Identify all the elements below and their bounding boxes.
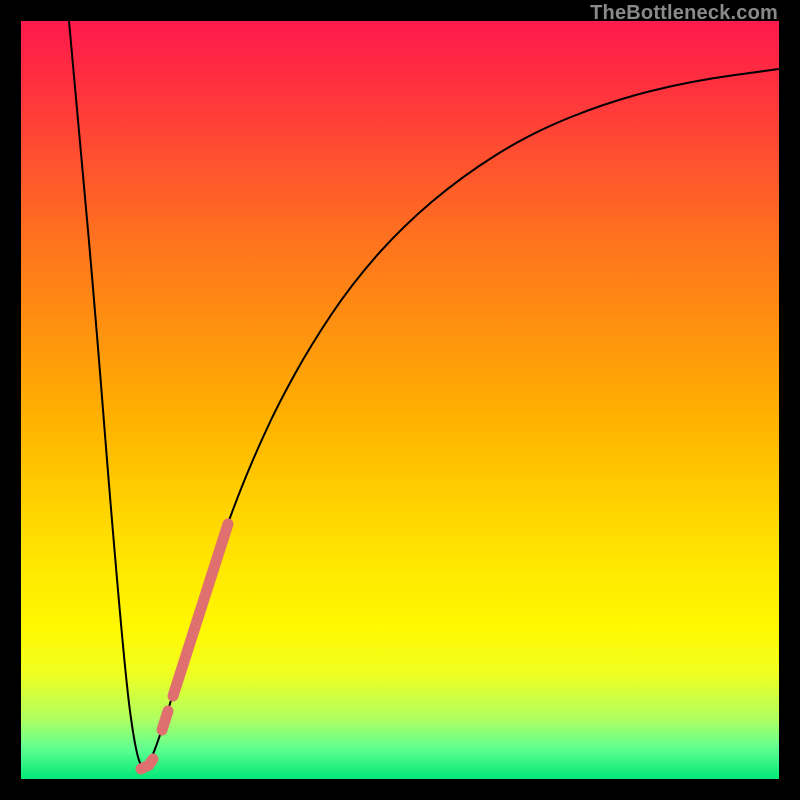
highlight-segment xyxy=(162,711,168,730)
highlight-segment xyxy=(173,524,228,696)
highlight-segment xyxy=(141,759,153,769)
highlight-segments xyxy=(141,524,228,769)
chart-container: TheBottleneck.com xyxy=(0,0,800,800)
plot-area xyxy=(21,21,779,779)
watermark-text: TheBottleneck.com xyxy=(590,2,778,25)
curve-svg xyxy=(21,21,779,779)
bottleneck-curve xyxy=(69,21,779,767)
